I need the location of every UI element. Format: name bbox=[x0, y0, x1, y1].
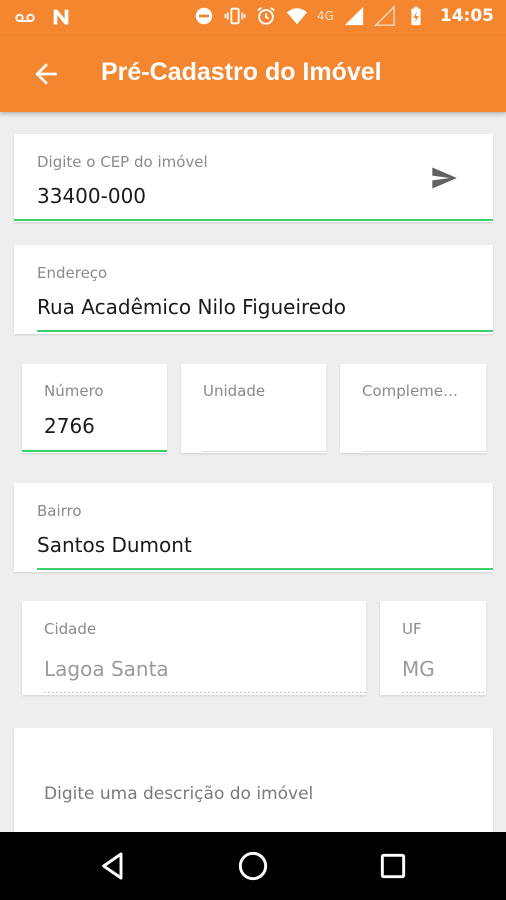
recents-square-icon[interactable] bbox=[377, 850, 409, 882]
endereco-label: Endereço bbox=[37, 264, 108, 282]
uf-field: UF MG bbox=[380, 601, 486, 695]
bairro-input[interactable]: Santos Dumont bbox=[37, 533, 192, 557]
back-triangle-icon[interactable] bbox=[97, 850, 129, 882]
descricao-field[interactable]: Digite uma descrição do imóvel bbox=[14, 728, 493, 832]
complemento-label: Compleme… bbox=[362, 382, 459, 400]
cidade-field: Cidade Lagoa Santa bbox=[22, 601, 366, 695]
cidade-input: Lagoa Santa bbox=[44, 657, 169, 681]
home-circle-icon[interactable] bbox=[237, 850, 269, 882]
uf-label: UF bbox=[402, 620, 422, 638]
endereco-underline bbox=[37, 330, 493, 332]
cep-underline bbox=[14, 219, 493, 221]
cep-input[interactable]: 33400-000 bbox=[37, 184, 146, 208]
cep-label: Digite o CEP do imóvel bbox=[37, 153, 208, 171]
navigation-bar bbox=[0, 832, 506, 900]
arrow-back-icon[interactable] bbox=[30, 58, 62, 90]
numero-field[interactable]: Número 2766 bbox=[22, 364, 167, 453]
alarm-icon bbox=[257, 7, 275, 25]
send-icon[interactable] bbox=[430, 164, 458, 192]
status-bar: 4G 14:05 bbox=[0, 0, 506, 36]
status-time: 14:05 bbox=[439, 6, 494, 26]
unidade-label: Unidade bbox=[203, 382, 266, 400]
uf-input: MG bbox=[402, 657, 435, 681]
signal-empty-icon bbox=[374, 5, 395, 26]
complemento-underline bbox=[362, 451, 486, 452]
do-not-disturb-icon bbox=[195, 7, 213, 25]
uf-underline bbox=[402, 692, 486, 693]
battery-charging-icon bbox=[411, 6, 421, 26]
n-app-icon bbox=[53, 9, 69, 25]
network-type-label: 4G bbox=[316, 9, 334, 23]
bairro-underline bbox=[37, 568, 493, 570]
unidade-field[interactable]: Unidade bbox=[181, 364, 326, 453]
complemento-field[interactable]: Compleme… bbox=[340, 364, 486, 453]
descricao-placeholder[interactable]: Digite uma descrição do imóvel bbox=[44, 784, 313, 804]
app-bar: Pré-Cadastro do Imóvel bbox=[0, 36, 506, 112]
wifi-icon bbox=[286, 8, 308, 25]
bairro-label: Bairro bbox=[37, 502, 82, 520]
unidade-underline bbox=[203, 451, 326, 452]
cidade-underline bbox=[44, 692, 366, 693]
page-title: Pré-Cadastro do Imóvel bbox=[101, 58, 382, 86]
numero-label: Número bbox=[44, 382, 104, 400]
cep-field[interactable]: Digite o CEP do imóvel 33400-000 bbox=[14, 134, 493, 222]
vibrate-icon bbox=[224, 7, 246, 25]
numero-underline bbox=[22, 450, 167, 452]
endereco-input[interactable]: Rua Acadêmico Nilo Figueiredo bbox=[37, 295, 346, 319]
cidade-label: Cidade bbox=[44, 620, 97, 638]
endereco-field[interactable]: Endereço Rua Acadêmico Nilo Figueiredo bbox=[14, 245, 493, 334]
voicemail-icon bbox=[15, 13, 35, 23]
signal-icon bbox=[344, 6, 364, 26]
numero-input[interactable]: 2766 bbox=[44, 414, 95, 438]
bairro-field[interactable]: Bairro Santos Dumont bbox=[14, 483, 493, 572]
